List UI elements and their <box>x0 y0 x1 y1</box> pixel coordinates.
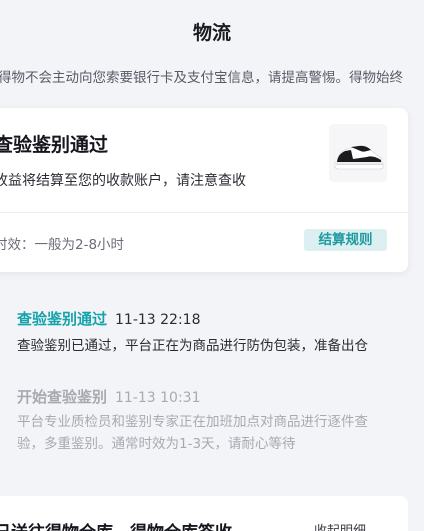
warehouse-title: 已送往得物仓库，得物仓库签收 <box>0 518 232 531</box>
timeline-item-desc-line-2: 验，多重鉴别。通常时效为1-3天，请耐心等待 <box>17 436 296 452</box>
timeline-item: 开始查验鉴别 11-13 10:31 平台专业质检员和鉴别专家正在加班加点对商品进… <box>17 386 368 455</box>
status-card: 查验鉴别通过 收益将结算至您的收款账户，请注意查收 时效：一般为2-8小时 结算… <box>0 108 408 272</box>
security-notice-text: 得物不会主动向您索要银行卡及支付宝信息，请提高警惕。得物始终 <box>0 70 403 86</box>
logistics-timeline: 查验鉴别通过 11-13 22:18 查验鉴别已通过，平台正在为商品进行防伪包装，… <box>0 272 424 494</box>
timeline-item: 查验鉴别通过 11-13 22:18 查验鉴别已通过，平台正在为商品进行防伪包装，… <box>17 308 368 357</box>
timeline-item-title: 查验鉴别通过 <box>17 310 108 328</box>
timeline-item-time: 11-13 10:31 <box>115 390 201 406</box>
settlement-timing: 时效：一般为2-8小时 <box>0 237 125 253</box>
sneaker-image[interactable] <box>329 124 387 182</box>
status-title: 查验鉴别通过 <box>0 134 109 156</box>
status-subtitle: 收益将结算至您的收款账户，请注意查收 <box>0 173 246 189</box>
security-notice: 得物不会主动向您索要银行卡及支付宝信息，请提高警惕。得物始终 <box>0 66 424 86</box>
timeline-item-desc: 查验鉴别已通过，平台正在为商品进行防伪包装，准备出仓 <box>17 338 368 354</box>
card-divider <box>0 212 408 213</box>
collapse-details-button[interactable]: 收起明细 <box>314 520 366 531</box>
timeline-item-desc-line-1: 平台专业质检员和鉴别专家正在加班加点对商品进行逐件查 <box>17 414 368 430</box>
page-title: 物流 <box>192 22 231 44</box>
sneaker-icon <box>334 145 384 170</box>
settlement-rules-button[interactable]: 结算规则 <box>304 229 387 251</box>
timeline-item-title: 开始查验鉴别 <box>17 388 108 406</box>
logistics-page: 物流 得物不会主动向您索要银行卡及支付宝信息，请提高警惕。得物始终 查验鉴别通过… <box>0 0 424 531</box>
timeline-item-time: 11-13 22:18 <box>115 312 201 328</box>
warehouse-card: 已送往得物仓库，得物仓库签收 收起明细 <box>0 496 408 531</box>
